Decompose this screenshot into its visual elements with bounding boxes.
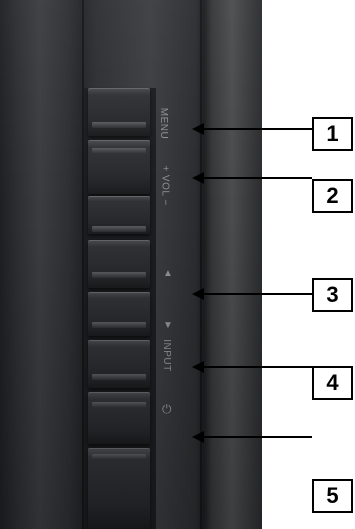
arrow-line-2 [202, 177, 312, 179]
down-button[interactable] [88, 292, 150, 336]
button-strip [84, 88, 156, 529]
arrow-line-1 [202, 128, 312, 130]
volume-down-button[interactable] [88, 196, 150, 234]
input-label: INPUT [160, 339, 172, 372]
callout-4: 4 [312, 366, 353, 400]
power-button[interactable] [88, 448, 150, 529]
callout-1: 1 [312, 117, 353, 151]
menu-button[interactable] [88, 88, 150, 136]
up-button[interactable] [88, 240, 150, 288]
bezel-groove [200, 0, 202, 529]
volume-up-button[interactable] [88, 140, 150, 194]
power-icon: ⏻ [162, 402, 172, 416]
callout-3: 3 [312, 278, 353, 312]
callout-5: 5 [312, 479, 353, 513]
down-arrow-icon: ▼ [163, 320, 173, 331]
monitor-bezel-photo: MENU + VOL − ▲ ▼ INPUT ⏻ [0, 0, 262, 529]
power-area [88, 392, 150, 444]
input-button[interactable] [88, 340, 150, 388]
volume-label: + VOL − [159, 165, 171, 206]
arrow-line-4 [202, 366, 312, 368]
up-arrow-icon: ▲ [163, 268, 173, 279]
arrow-line-3 [202, 293, 312, 295]
menu-label: MENU [158, 107, 170, 140]
bezel-groove [82, 0, 84, 529]
callout-2: 2 [312, 179, 353, 213]
arrow-line-5 [202, 436, 312, 438]
